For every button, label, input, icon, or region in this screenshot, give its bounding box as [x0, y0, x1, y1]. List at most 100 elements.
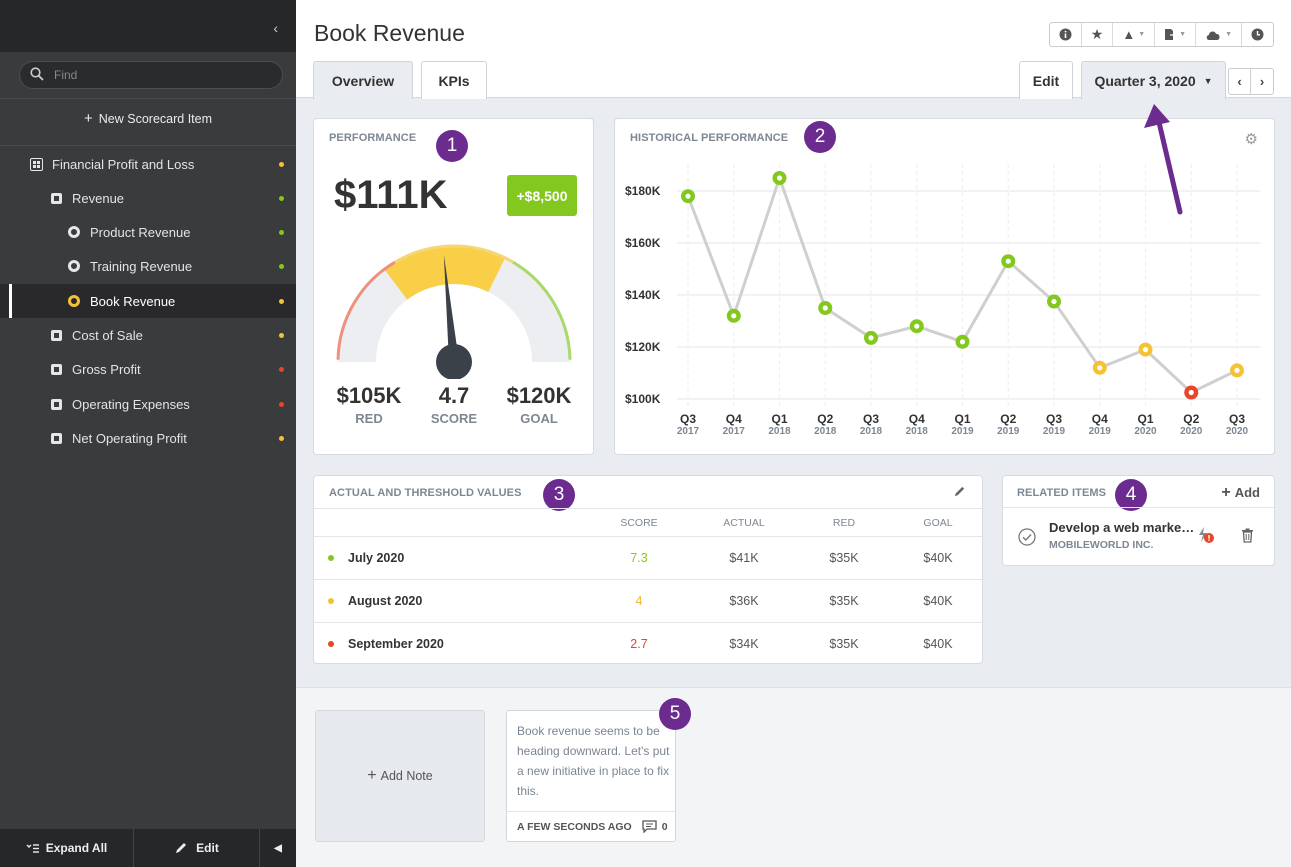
annotation-badge-5: 5 [659, 698, 691, 730]
add-note-button[interactable]: + Add Note [315, 710, 485, 842]
info-button[interactable] [1050, 23, 1082, 46]
status-dot [279, 196, 284, 201]
x-tick-year: 2019 [1089, 426, 1112, 437]
search-icon [30, 67, 44, 81]
alert-bolt-icon [1199, 527, 1214, 543]
warning-icon: ▲ [1122, 27, 1136, 42]
data-point-center [685, 193, 691, 199]
sidebar-item-book-revenue[interactable]: Book Revenue [0, 284, 296, 318]
period-selector[interactable]: Quarter 3, 2020 ▼ [1081, 61, 1226, 99]
sidebar-item-operating-expenses[interactable]: Operating Expenses [0, 387, 296, 421]
table-row[interactable]: August 2020 4 $36K $35K $40K [314, 579, 982, 623]
alerts-button[interactable]: ▲ ▼ [1113, 23, 1156, 46]
data-point-center [1051, 298, 1057, 305]
tab-overview[interactable]: Overview [313, 61, 413, 99]
sidebar-item-label: Training Revenue [90, 258, 193, 274]
gauge-goal-label: $120K GOAL [494, 383, 584, 426]
check-circle-icon[interactable] [1018, 528, 1036, 546]
goal-value: $120K [506, 383, 572, 408]
favorite-button[interactable]: ★ [1082, 23, 1114, 46]
caret-down-icon: ▼ [1138, 31, 1146, 38]
x-tick-year: 2018 [768, 426, 791, 437]
chevron-left-icon: ‹ [1237, 74, 1242, 89]
period-label: August 2020 [348, 594, 423, 608]
sidebar-item-cost-of-sale[interactable]: Cost of Sale [0, 318, 296, 352]
edit-tab-button[interactable]: Edit [1019, 61, 1073, 99]
related-item-subtitle: MOBILEWORLD INC. [1049, 539, 1154, 551]
column-header-goal: GOAL [894, 508, 982, 537]
trash-icon[interactable] [1241, 528, 1254, 543]
objective-icon [51, 192, 62, 204]
expand-all-icon [26, 844, 39, 853]
sidebar-item-gross-profit[interactable]: Gross Profit [0, 352, 296, 386]
pencil-icon[interactable] [953, 485, 966, 498]
table-row[interactable]: July 2020 7.3 $41K $35K $40K [314, 536, 982, 580]
caret-down-icon: ▼ [1203, 75, 1213, 86]
objective-icon [51, 329, 62, 341]
period-cell: August 2020 [314, 579, 584, 623]
status-dot [279, 333, 284, 338]
chevron-right-icon: › [1259, 74, 1265, 89]
sidebar-item-label: Operating Expenses [72, 396, 190, 412]
red-cell: $35K [829, 637, 859, 652]
next-period-button[interactable]: › [1251, 69, 1273, 94]
new-scorecard-item-button[interactable]: + New Scorecard Item [0, 110, 296, 127]
search-box[interactable] [19, 61, 283, 89]
performance-title: PERFORMANCE [329, 132, 417, 144]
annotation-arrow [1144, 104, 1183, 215]
note-timestamp: A FEW SECONDS AGO [517, 820, 632, 833]
gauge-hub [436, 344, 472, 379]
related-item[interactable]: Develop a web marke… MOBILEWORLD INC. [1003, 508, 1274, 565]
x-tick-year: 2018 [814, 426, 837, 437]
gauge-score-label: 4.7 SCORE [409, 383, 499, 426]
add-related-item-button[interactable]: + Add [1221, 484, 1260, 502]
y-tick-label: $160K [625, 236, 661, 250]
export-button[interactable]: ▼ [1155, 23, 1197, 46]
goal-label: GOAL [520, 411, 558, 426]
sidebar-footer: Expand All Edit ◀ [0, 829, 296, 867]
data-point-center [868, 335, 874, 341]
sidebar-item-net-operating-profit[interactable]: Net Operating Profit [0, 421, 296, 455]
previous-period-button[interactable]: ‹ [1229, 69, 1251, 94]
status-dot [279, 436, 284, 441]
column-header-red: RED [794, 508, 894, 537]
objective-icon [51, 363, 62, 375]
sidebar-item-product-revenue[interactable]: Product Revenue [0, 215, 296, 249]
sidebar-header: ‹ [0, 0, 296, 52]
related-items-title: RELATED ITEMS [1017, 487, 1107, 499]
table-row[interactable]: September 2020 2.7 $34K $35K $40K [314, 623, 982, 666]
note-card[interactable]: Book revenue seems to be heading downwar… [506, 710, 676, 842]
x-tick-label: Q4 [1092, 412, 1108, 426]
y-tick-label: $180K [625, 184, 661, 198]
expand-all-button[interactable]: Expand All [0, 829, 134, 867]
data-point-center [1097, 365, 1103, 371]
sidebar-edit-label: Edit [196, 841, 219, 855]
comment-count: 0 [661, 820, 668, 833]
comments-button[interactable]: 0 [642, 820, 668, 833]
sidebar: ‹ + New Scorecard Item Financial Profit a… [0, 0, 296, 867]
x-tick-label: Q3 [680, 412, 696, 426]
collapse-left-button[interactable]: ◀ [260, 829, 296, 867]
history-button[interactable] [1242, 23, 1273, 46]
tab-kpis[interactable]: KPIs [421, 61, 487, 99]
period-label: September 2020 [348, 637, 444, 652]
note-footer: A FEW SECONDS AGO 0 [507, 811, 675, 841]
sidebar-item-label: Gross Profit [72, 361, 141, 377]
plus-icon: + [84, 110, 93, 127]
sidebar-item-training-revenue[interactable]: Training Revenue [0, 249, 296, 283]
actual-cell: $34K [729, 637, 759, 652]
column-header-actual: ACTUAL [694, 508, 794, 537]
search-input[interactable] [54, 66, 274, 84]
sidebar-item-revenue[interactable]: Revenue [0, 181, 296, 215]
score-cell: 4 [584, 579, 694, 623]
x-tick-year: 2017 [723, 426, 746, 437]
x-tick-label: Q4 [726, 412, 742, 426]
performance-delta-badge: +$8,500 [507, 175, 577, 216]
status-dot [279, 402, 284, 407]
y-tick-label: $120K [625, 340, 661, 354]
sidebar-edit-button[interactable]: Edit [134, 829, 260, 867]
x-tick-label: Q3 [1046, 412, 1062, 426]
cloud-button[interactable]: ▼ [1196, 23, 1242, 46]
collapse-sidebar-icon[interactable]: ‹ [273, 20, 278, 36]
sidebar-item-financial-profit-and-loss[interactable]: Financial Profit and Loss [0, 147, 296, 181]
